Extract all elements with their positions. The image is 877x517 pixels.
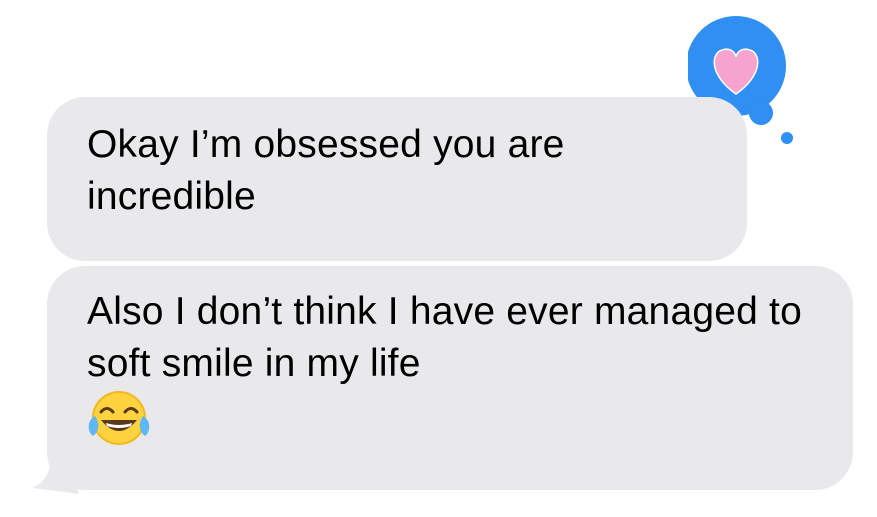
message-text: Also I don’t think I have ever managed t… [87,290,802,385]
message-text: Okay I’m obsessed you are incredible [87,123,565,218]
message-bubble[interactable]: Okay I’m obsessed you are incredible [47,97,747,261]
face-with-tears-of-joy-icon [88,391,150,445]
message-bubble[interactable]: Also I don’t think I have ever managed t… [47,266,853,490]
